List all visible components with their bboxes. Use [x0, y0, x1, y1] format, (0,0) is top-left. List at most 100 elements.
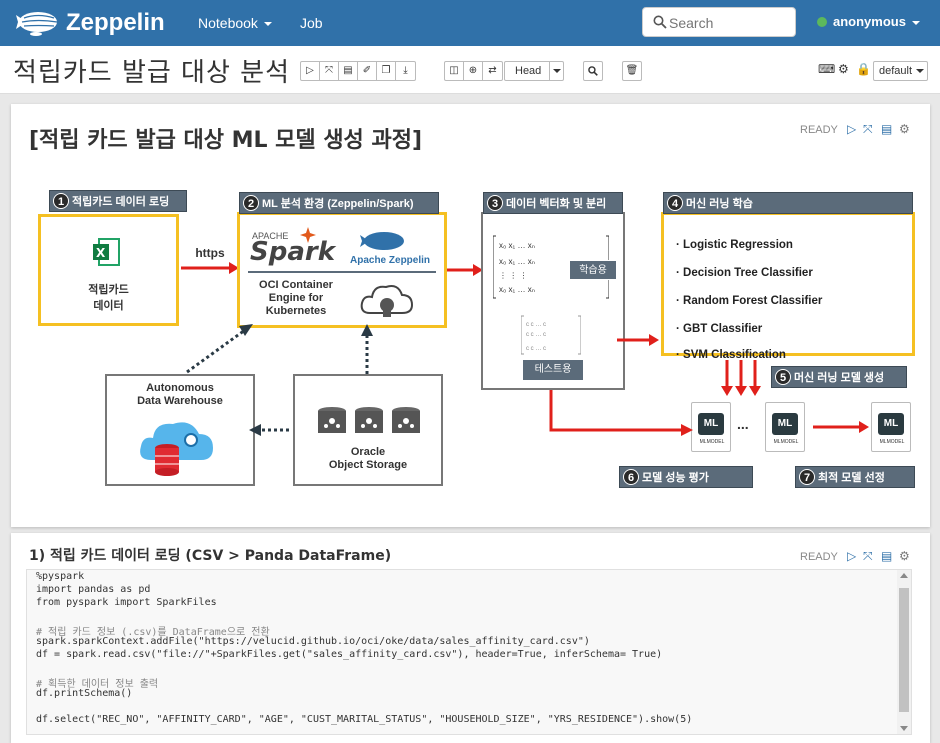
user-name: anonymous [833, 14, 906, 29]
step6-label: 모델 성능 평가 [642, 472, 709, 484]
gear-icon[interactable]: ⚙ [838, 62, 849, 76]
search-box[interactable] [642, 7, 796, 37]
revision-select[interactable]: Head [504, 61, 564, 81]
step7-header: 7 최적 모델 선정 [795, 466, 915, 488]
step7-label: 최적 모델 선정 [818, 472, 885, 484]
scrollbar-thumb[interactable] [899, 588, 909, 712]
run-paragraph-button[interactable]: ▷ [847, 122, 856, 136]
user-menu[interactable]: anonymous [817, 14, 920, 29]
gear-icon[interactable]: ⚙ [899, 549, 910, 563]
compare-button[interactable]: ⇄ [483, 62, 502, 80]
menu-notebook[interactable]: Notebook [198, 15, 272, 31]
apache-zeppelin-label: Apache Zeppelin [350, 255, 431, 266]
hide-output-button[interactable]: ▤ [339, 62, 358, 80]
ml-badge: ML [772, 413, 798, 435]
code-line: df.printSchema() [36, 688, 133, 699]
oos-label: Oracle Object Storage [328, 446, 408, 471]
svg-text:x₀ x₁ … xₙ: x₀ x₁ … xₙ [499, 285, 535, 294]
cloud-cluster-icon [360, 285, 414, 317]
arrow-icon [813, 421, 869, 433]
delete-notebook-button[interactable]: 🗑 [622, 61, 642, 81]
svg-text:c c … c: c c … c [526, 322, 546, 328]
commit-button[interactable]: ⊕ [464, 62, 483, 80]
book-icon[interactable]: ▤ [881, 549, 892, 563]
spark-star-icon [300, 227, 316, 243]
paragraph-status: READY [800, 124, 838, 136]
step4-header: 4 머신 러닝 학습 [663, 192, 913, 214]
svg-text:X: X [96, 246, 106, 260]
notebook-title[interactable]: 적립카드 발급 대상 분석 [13, 52, 290, 89]
ml-model-file-icon: ML MLMODEL [871, 402, 911, 452]
ml-model-file-icon: ML MLMODEL [691, 402, 731, 452]
code-line: spark.sparkContext.addFile("https://velu… [36, 636, 590, 647]
ellipsis-label: ... [737, 416, 749, 432]
https-label: https [195, 246, 225, 260]
hide-editor-icon[interactable]: ⤧ [863, 549, 873, 564]
notebook-header: 적립카드 발급 대상 분석 ▷ ⤧ ▤ ✐ ❐ ⤓ ◫ ⊕ ⇄ Head 🗑 ⌨… [0, 46, 940, 94]
step4-label: 머신 러닝 학습 [686, 198, 753, 210]
algorithm-item: · Logistic Regression [676, 239, 793, 251]
ml-process-diagram: X 적립카드 데이터 1 적립카드 데이터 로딩 https APACHE Spa… [37, 184, 925, 494]
lock-icon[interactable]: 🔒 [856, 62, 871, 76]
clear-output-button[interactable]: ✐ [358, 62, 377, 80]
book-icon[interactable]: ▤ [881, 122, 892, 136]
mlmodel-label: MLMODEL [699, 439, 725, 445]
code-scrollbar[interactable] [897, 570, 911, 734]
algorithm-name: Random Forest Classifier [683, 295, 823, 307]
run-paragraph-button[interactable]: ▷ [847, 549, 856, 563]
svg-text:⋮ ⋮ ⋮: ⋮ ⋮ ⋮ [499, 271, 527, 280]
menu-notebook-label: Notebook [198, 15, 258, 31]
svg-text:c c … c: c c … c [526, 346, 546, 352]
code-line: df.select("REC_NO", "AFFINITY_CARD", "AG… [36, 714, 693, 725]
interpreter-binding-select[interactable]: default [873, 61, 928, 81]
step-number: 3 [487, 195, 503, 211]
code-line: from pyspark import SparkFiles [36, 597, 217, 608]
keyboard-shortcut-icon[interactable]: ⌨ [818, 62, 835, 76]
code-editor[interactable]: %pyspark import pandas as pd from pyspar… [26, 569, 912, 735]
svg-text:x₀ x₁ … xₙ: x₀ x₁ … xₙ [499, 241, 535, 250]
export-button[interactable]: ⤓ [396, 62, 415, 80]
search-input[interactable] [669, 14, 789, 32]
algorithm-name: GBT Classifier [683, 323, 763, 335]
status-online-icon [817, 17, 827, 27]
hide-code-button[interactable]: ⤧ [320, 62, 339, 80]
step2-header: 2 ML 분석 환경 (Zeppelin/Spark) [239, 192, 439, 214]
hide-editor-icon[interactable]: ⤧ [863, 122, 873, 137]
search-code-button[interactable] [583, 61, 603, 81]
algorithm-list: · Logistic Regression · Decision Tree Cl… [676, 231, 822, 367]
step5-label: 머신 러닝 모델 생성 [794, 372, 885, 384]
step-number: 7 [799, 469, 815, 485]
version-control-button[interactable]: ◫ [445, 62, 464, 80]
step2-box: APACHE Spark Apache Zeppelin OCI Contain… [237, 212, 447, 328]
run-all-button[interactable]: ▷ [301, 62, 320, 80]
gear-icon[interactable]: ⚙ [899, 122, 910, 136]
clone-button[interactable]: ❐ [377, 62, 396, 80]
scroll-down-icon[interactable] [900, 726, 908, 731]
code-line: import pandas as pd [36, 584, 151, 595]
ml-model-file-icon: ML MLMODEL [765, 402, 805, 452]
code-line: # 적립 카드 정보 (.csv)를 DataFrame으로 전환 [36, 627, 270, 638]
scroll-up-icon[interactable] [900, 573, 908, 578]
divider [248, 271, 436, 273]
trash-icon: 🗑 [625, 65, 639, 76]
notebook-actions-group: ▷ ⤧ ▤ ✐ ❐ ⤓ [300, 61, 416, 81]
oci-oke-label: OCI Container Engine for Kubernetes [259, 279, 333, 317]
chevron-down-icon [916, 69, 925, 74]
dotted-connectors [186, 324, 373, 436]
menu-job[interactable]: Job [300, 15, 323, 31]
algorithm-item: · GBT Classifier [676, 323, 763, 335]
top-navbar: Zeppelin Notebook Job anonymous [0, 0, 940, 46]
card-data-label: 적립카드 데이터 [88, 284, 129, 312]
spark-logo-text: Spark [250, 237, 335, 267]
train-label: 학습용 [569, 260, 617, 280]
zeppelin-logo-icon[interactable] [14, 7, 60, 39]
step6-header: 6 모델 성능 평가 [619, 466, 753, 488]
search-icon [653, 15, 667, 29]
elbow-arrow-icon [549, 390, 693, 436]
algorithm-name: Decision Tree Classifier [683, 267, 813, 279]
interpreter-binding-value: default [879, 65, 913, 77]
code-line: %pyspark [36, 571, 85, 582]
paragraph-diagram: [적립 카드 발급 대상 ML 모델 생성 과정] READY ▷ ⤧ ▤ ⚙ … [11, 104, 930, 527]
mlmodel-label: MLMODEL [879, 439, 905, 445]
brand-title[interactable]: Zeppelin [66, 9, 165, 37]
